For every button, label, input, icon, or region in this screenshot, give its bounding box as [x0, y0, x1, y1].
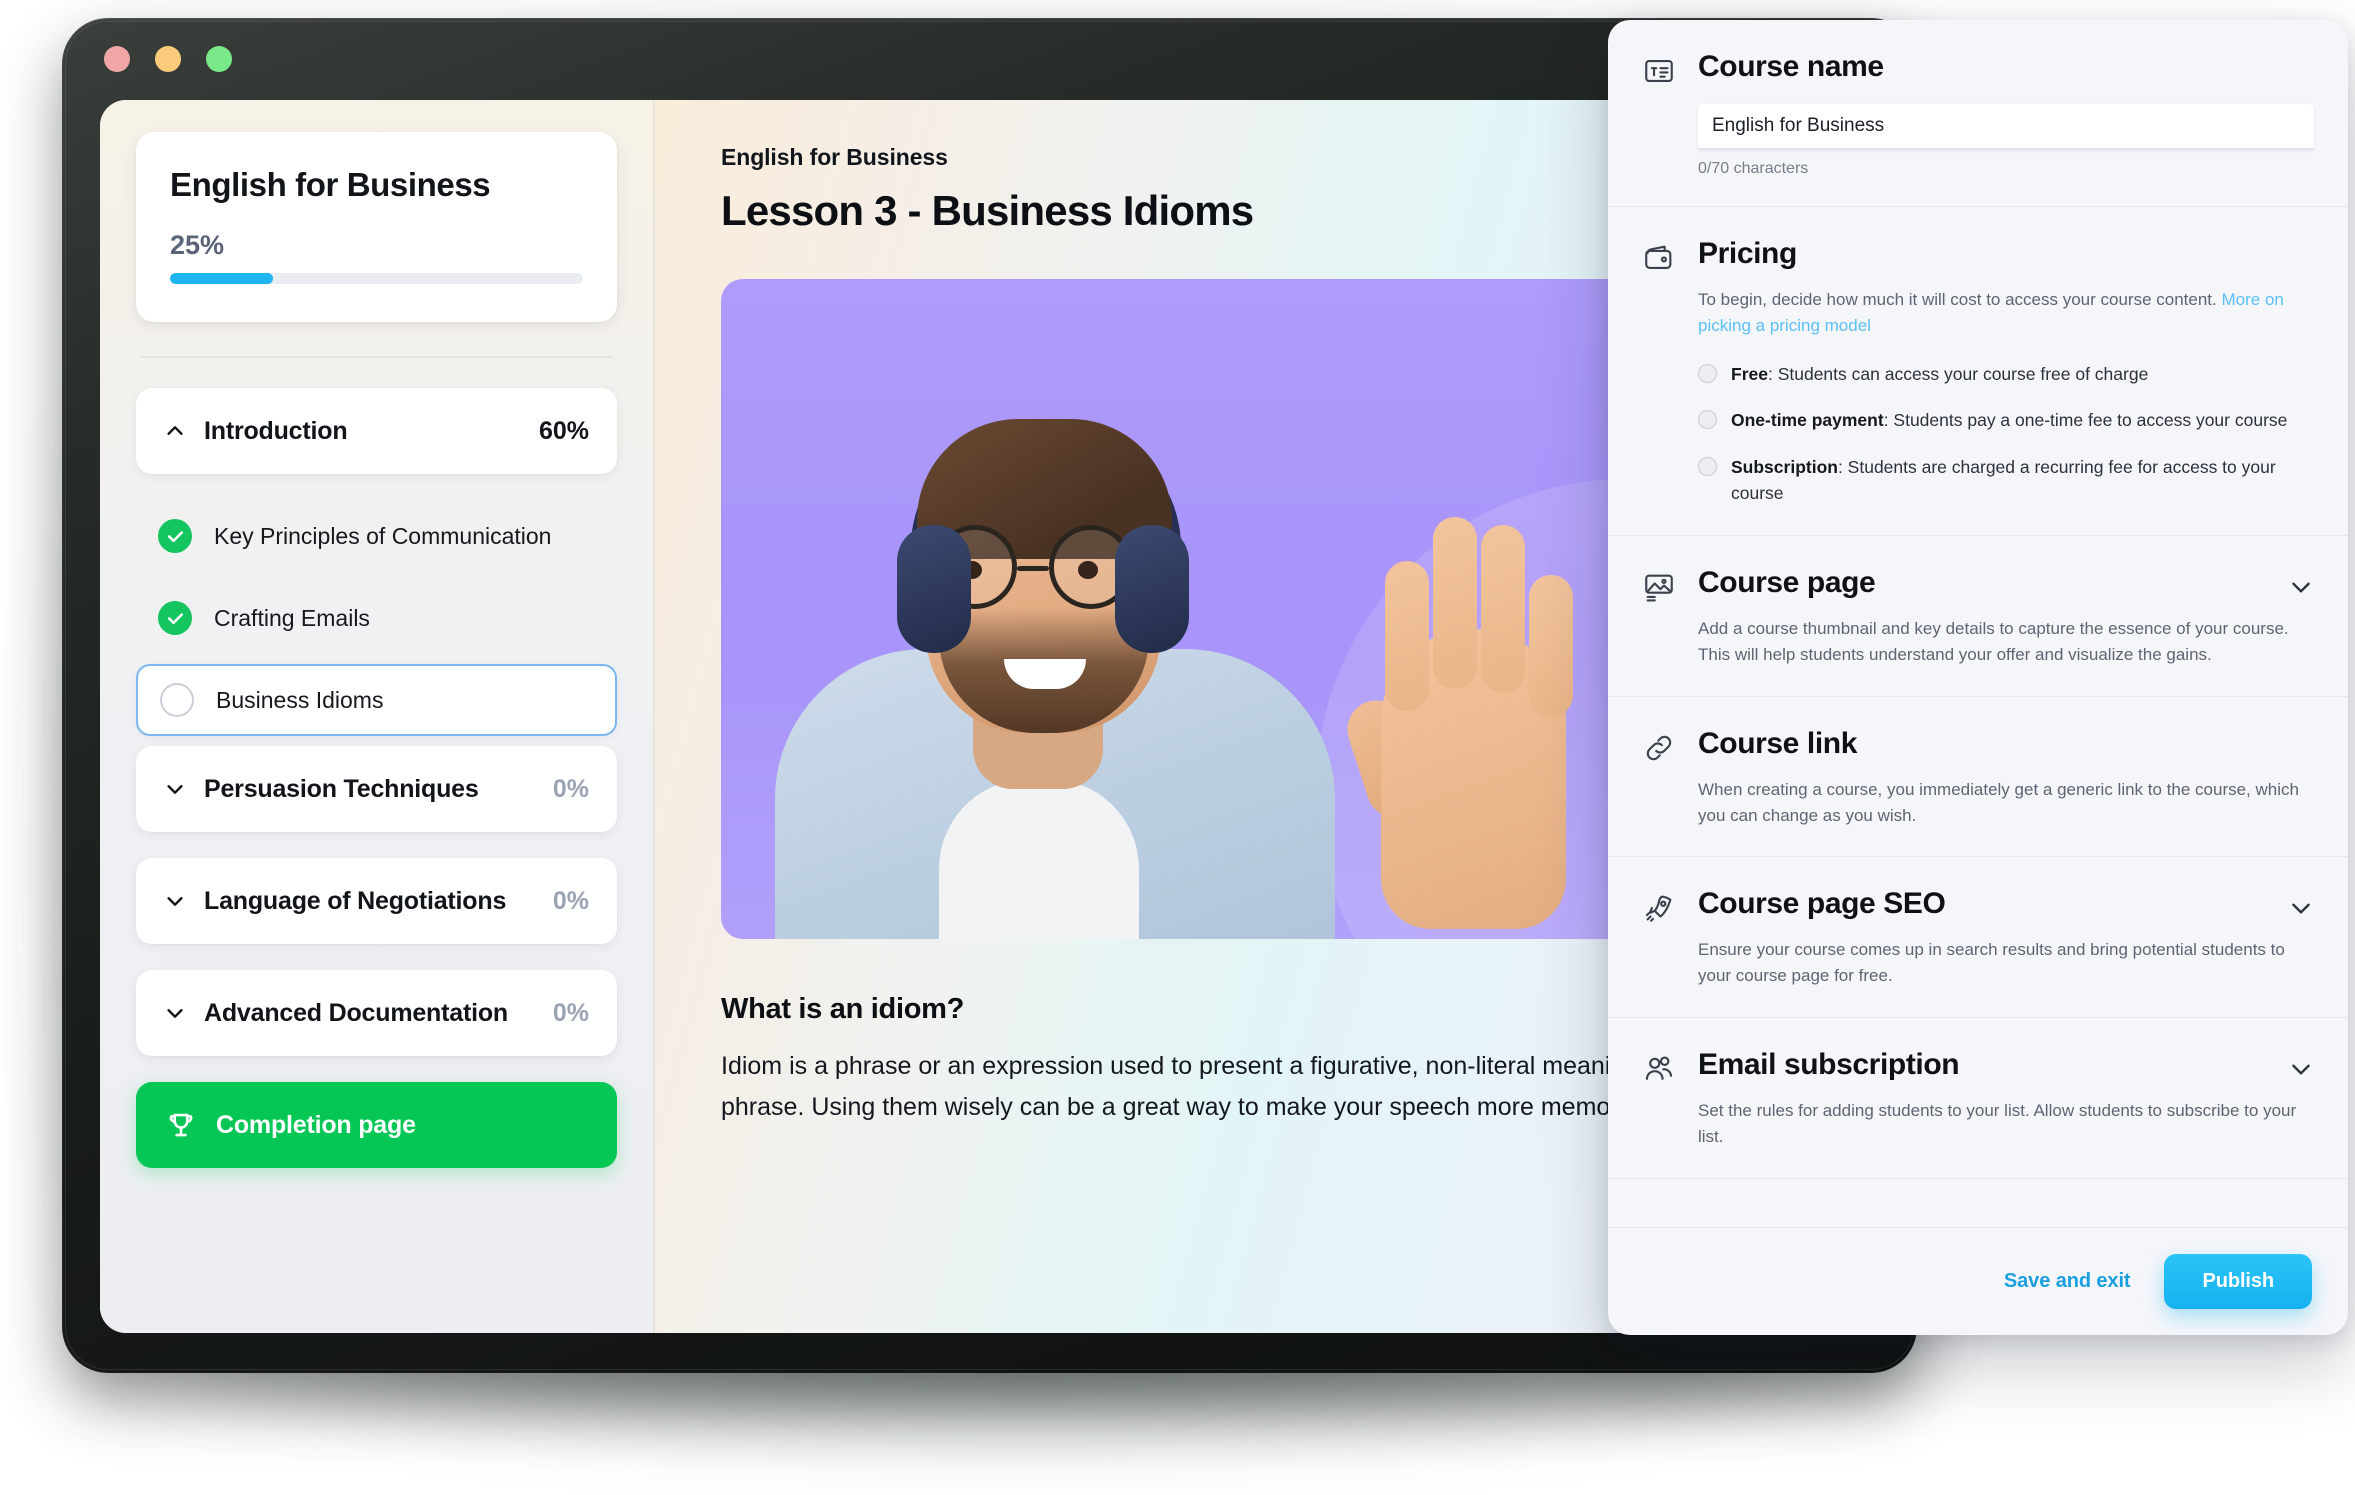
panel-section-title: Course name: [1698, 50, 1884, 83]
panel-section-course-name: Course name 0/70 characters: [1608, 20, 2348, 207]
pricing-option-one-time-payment[interactable]: One-time payment: Students pay a one-tim…: [1698, 407, 2314, 434]
publish-button[interactable]: Publish: [2164, 1254, 2312, 1309]
panel-section-title: Course page: [1698, 566, 1876, 600]
radio-icon[interactable]: [1698, 363, 1717, 383]
check-circle-icon: [158, 519, 192, 553]
course-progress-bar: [170, 273, 583, 284]
completion-page-button[interactable]: Completion page: [136, 1082, 617, 1168]
course-page-description: Add a course thumbnail and key details t…: [1698, 619, 2289, 664]
course-sidebar: English for Business 25% Introduction 60…: [100, 100, 655, 1333]
chevron-up-icon: [167, 426, 183, 435]
character-counter: 0/70 characters: [1698, 160, 1809, 177]
panel-section-course-page[interactable]: Course page Add a course thumbnail and k…: [1608, 536, 2348, 697]
lesson-label: Key Principles of Communication: [214, 522, 552, 549]
option-label: Free: [1731, 363, 1768, 384]
link-icon: [1642, 731, 1676, 765]
lesson-label: Business Idioms: [216, 686, 384, 713]
check-circle-icon: [158, 601, 192, 635]
course-title: English for Business: [170, 166, 491, 203]
panel-section-pricing: Pricing To begin, decide how much it wil…: [1608, 207, 2348, 537]
zoom-button[interactable]: [206, 46, 232, 72]
list-item[interactable]: Key Principles of Communication: [136, 500, 617, 572]
trophy-icon: [169, 1113, 193, 1137]
course-name-input[interactable]: [1698, 104, 2314, 150]
option-description: : Students can access your course free o…: [1767, 363, 2149, 384]
panel-section-course-link[interactable]: Course link When creating a course, you …: [1608, 697, 2348, 858]
panel-footer: Save and exit Publish: [1608, 1227, 2348, 1335]
pricing-option-subscription[interactable]: Subscription: Students are charged a rec…: [1698, 454, 2314, 507]
course-settings-panel: Course name 0/70 characters Pricing: [1608, 20, 2348, 1335]
email-subscription-description: Set the rules for adding students to you…: [1698, 1101, 2297, 1146]
chevron-down-icon[interactable]: [2288, 1056, 2314, 1082]
sidebar-section-label: Introduction: [204, 416, 348, 445]
option-description: : Students pay a one-time fee to access …: [1883, 410, 2288, 431]
course-link-description: When creating a course, you immediately …: [1698, 779, 2299, 825]
sidebar-section-percent: 0%: [552, 998, 589, 1027]
sidebar-section-introduction[interactable]: Introduction 60%: [136, 388, 617, 474]
sidebar-section-percent: 0%: [552, 774, 589, 803]
chevron-down-icon: [167, 897, 183, 906]
window-traffic-lights[interactable]: [104, 46, 232, 72]
course-progress-card: English for Business 25%: [136, 132, 617, 322]
sidebar-section-language-of-negotiations[interactable]: Language of Negotiations 0%: [136, 858, 617, 944]
people-icon: [1642, 1052, 1676, 1086]
save-and-exit-button[interactable]: Save and exit: [2004, 1270, 2131, 1293]
empty-circle-icon: [160, 683, 194, 717]
minimize-button[interactable]: [155, 46, 181, 72]
sidebar-section-percent: 0%: [552, 886, 589, 915]
pricing-option-free[interactable]: Free: Students can access your course fr…: [1698, 361, 2314, 388]
panel-section-title: Pricing: [1698, 237, 1797, 270]
lesson-list: Key Principles of Communication Crafting…: [136, 500, 617, 736]
wallet-icon: [1642, 241, 1676, 275]
chevron-down-icon: [167, 1009, 183, 1018]
sidebar-section-label: Persuasion Techniques: [204, 774, 479, 803]
sidebar-divider: [140, 356, 613, 358]
chevron-down-icon[interactable]: [2288, 895, 2314, 921]
rocket-icon: [1642, 891, 1676, 925]
pricing-description: To begin, decide how much it will cost t…: [1698, 290, 2222, 309]
image-icon: [1642, 570, 1676, 604]
chevron-down-icon[interactable]: [2288, 574, 2314, 600]
radio-icon[interactable]: [1698, 410, 1717, 430]
panel-section-title: Course page SEO: [1698, 887, 1946, 921]
sidebar-section-percent: 60%: [538, 416, 589, 445]
completion-page-label: Completion page: [216, 1110, 416, 1139]
panel-section-course-page-seo[interactable]: Course page SEO Ensure your course comes…: [1608, 857, 2348, 1018]
course-progress-percent: 25%: [170, 230, 225, 260]
sidebar-section-label: Advanced Documentation: [204, 998, 508, 1027]
sidebar-section-advanced-documentation[interactable]: Advanced Documentation 0%: [136, 970, 617, 1056]
course-seo-description: Ensure your course comes up in search re…: [1698, 940, 2285, 986]
text-field-icon: [1642, 54, 1676, 88]
option-label: One-time payment: [1731, 410, 1884, 431]
sidebar-section-persuasion-techniques[interactable]: Persuasion Techniques 0%: [136, 746, 617, 832]
pricing-options: Free: Students can access your course fr…: [1698, 361, 2314, 507]
list-item-active[interactable]: Business Idioms: [136, 664, 617, 736]
panel-spacer: [1608, 1179, 2348, 1227]
list-item[interactable]: Crafting Emails: [136, 582, 617, 654]
radio-icon[interactable]: [1698, 456, 1717, 476]
panel-section-title: Email subscription: [1698, 1048, 1960, 1081]
scene: English for Business 25% Introduction 60…: [0, 0, 2355, 1495]
chevron-down-icon: [167, 785, 183, 794]
option-label: Subscription: [1731, 456, 1838, 477]
sidebar-section-label: Language of Negotiations: [204, 886, 507, 915]
panel-section-title: Course link: [1698, 726, 1857, 760]
lesson-label: Crafting Emails: [214, 604, 370, 631]
close-button[interactable]: [104, 46, 130, 72]
panel-section-email-subscription[interactable]: Email subscription Set the rules for add…: [1608, 1018, 2348, 1179]
